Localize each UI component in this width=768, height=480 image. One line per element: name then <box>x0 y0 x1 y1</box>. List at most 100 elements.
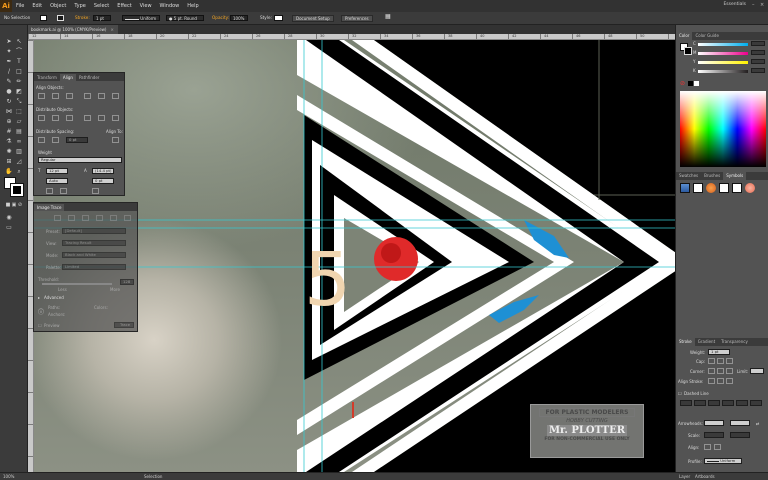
tab-gradient[interactable]: Gradient <box>695 338 718 346</box>
arrowhead-end-select[interactable] <box>730 420 750 426</box>
selection-tool-icon[interactable]: ➤ <box>4 37 14 46</box>
document-setup-button[interactable]: Document Setup <box>292 14 334 22</box>
menu-window[interactable]: Window <box>156 3 184 9</box>
round-join-icon[interactable] <box>717 368 724 374</box>
menu-help[interactable]: Help <box>183 3 202 9</box>
align-top-icon[interactable] <box>84 93 91 99</box>
view-select[interactable]: Tracing Result <box>62 240 126 246</box>
distribute-right-icon[interactable] <box>112 115 119 121</box>
zoom-tool-icon[interactable]: ⌕ <box>14 167 24 176</box>
symbol-ring[interactable] <box>732 183 742 193</box>
dash-field-1[interactable] <box>680 400 692 406</box>
stroke-color-swatch[interactable] <box>57 15 64 21</box>
lasso-tool-icon[interactable]: ⌒ <box>14 47 24 56</box>
color-spectrum[interactable] <box>680 91 766 167</box>
low-color-icon[interactable] <box>82 215 89 221</box>
none-mode-icon[interactable]: ⊘ <box>15 201 25 210</box>
projecting-cap-icon[interactable] <box>726 358 733 364</box>
gap-field-3[interactable] <box>750 400 762 406</box>
align-right-icon[interactable] <box>66 93 73 99</box>
arrowhead-start-select[interactable] <box>704 420 724 426</box>
menu-type[interactable]: Type <box>70 3 89 9</box>
spacing-field[interactable]: 0 pt <box>66 137 88 143</box>
menu-select[interactable]: Select <box>90 3 113 9</box>
black-quick-swatch[interactable] <box>688 81 693 86</box>
auto-color-icon[interactable] <box>54 215 61 221</box>
align-vcenter-icon[interactable] <box>98 93 105 99</box>
miter-join-icon[interactable] <box>708 368 715 374</box>
magenta-field[interactable] <box>751 50 765 55</box>
tab-pathfinder[interactable]: Pathfinder <box>76 74 103 81</box>
symbol-splatter[interactable] <box>693 183 703 193</box>
tab-artboards[interactable]: Artboards <box>695 474 715 479</box>
fill-color-swatch[interactable] <box>40 15 47 21</box>
draw-mode-icon[interactable]: ◉ <box>4 213 14 222</box>
preset-select[interactable]: [Default] <box>62 228 126 234</box>
arrow-scale-start-field[interactable] <box>704 432 724 438</box>
opacity-field[interactable]: 100% <box>230 15 248 21</box>
current-tool[interactable]: Selection <box>144 474 162 479</box>
rectangle-tool-icon[interactable]: □ <box>14 67 24 76</box>
black-white-icon[interactable] <box>110 215 117 221</box>
advanced-toggle-icon[interactable]: ▸ <box>38 295 40 300</box>
scale-tool-icon[interactable]: ⤡ <box>14 97 24 106</box>
gradient-tool-icon[interactable]: ▤ <box>14 127 24 136</box>
tab-stroke[interactable]: Stroke <box>676 338 695 346</box>
threshold-slider[interactable] <box>42 283 112 285</box>
symbol-orange-flower[interactable] <box>706 183 716 193</box>
align-to-selection-icon[interactable] <box>112 137 119 143</box>
menu-file[interactable]: File <box>12 3 28 9</box>
image-trace-title[interactable]: Image Trace <box>34 204 65 211</box>
menu-view[interactable]: View <box>136 3 156 9</box>
perspective-grid-tool-icon[interactable]: ▱ <box>14 117 24 126</box>
distribute-hcenter-icon[interactable] <box>98 115 105 121</box>
rotate-tool-icon[interactable]: ↻ <box>4 97 14 106</box>
align-stroke-inside-icon[interactable] <box>717 378 724 384</box>
scale-horizontal-icon[interactable] <box>60 188 67 194</box>
swap-arrowheads-icon[interactable]: ⇄ <box>756 421 759 426</box>
threshold-field[interactable]: 128 <box>120 279 134 285</box>
tab-brushes[interactable]: Brushes <box>701 172 723 180</box>
stroke-weight-field[interactable]: 1 pt <box>93 15 111 21</box>
mode-select[interactable]: Black and White <box>62 252 126 258</box>
slice-tool-icon[interactable]: ◿ <box>14 157 24 166</box>
butt-cap-icon[interactable] <box>708 358 715 364</box>
tab-color[interactable]: Color <box>676 32 693 40</box>
tab-symbols[interactable]: Symbols <box>723 172 747 180</box>
arrow-scale-end-field[interactable] <box>730 432 750 438</box>
digit-five[interactable]: 5 <box>304 237 351 323</box>
tab-transparency[interactable]: Transparency <box>718 338 751 346</box>
distribute-bottom-icon[interactable] <box>66 115 73 121</box>
align-stroke-center-icon[interactable] <box>708 378 715 384</box>
eyedropper-tool-icon[interactable]: ⚗ <box>4 137 14 146</box>
dash-field-2[interactable] <box>708 400 720 406</box>
menu-object[interactable]: Object <box>46 3 70 9</box>
distribute-top-icon[interactable] <box>38 115 45 121</box>
column-graph-tool-icon[interactable]: ▥ <box>14 147 24 156</box>
document-tab[interactable]: bookmark.ai @ 100% (CMYK/Preview) × <box>28 25 118 34</box>
shape-builder-tool-icon[interactable]: ⊕ <box>4 117 14 126</box>
arrange-icon[interactable]: ▦ <box>385 13 391 20</box>
zoom-level[interactable]: 100% <box>3 474 14 479</box>
free-transform-tool-icon[interactable]: ⬚ <box>14 107 24 116</box>
gap-field-1[interactable] <box>694 400 706 406</box>
pen-tool-icon[interactable]: ✒ <box>4 57 14 66</box>
dash-field-3[interactable] <box>736 400 748 406</box>
grayscale-icon[interactable] <box>96 215 103 221</box>
miter-limit-field[interactable] <box>750 368 764 374</box>
stroke-swatch[interactable] <box>10 183 24 197</box>
arrow-tip-end-icon[interactable] <box>714 444 721 450</box>
tracking-field[interactable]: 0 pt <box>92 178 114 184</box>
symbol-gear[interactable] <box>719 183 729 193</box>
opacity-label[interactable]: Opacity: <box>212 15 229 20</box>
font-size-field[interactable]: 12 pt <box>46 168 68 174</box>
blend-tool-icon[interactable]: ∞ <box>14 137 24 146</box>
line-tool-icon[interactable]: / <box>4 67 14 76</box>
align-hcenter-icon[interactable] <box>52 93 59 99</box>
yellow-field[interactable] <box>751 59 765 64</box>
symbol-pink-flower[interactable] <box>745 183 755 193</box>
eraser-tool-icon[interactable]: ◩ <box>14 87 24 96</box>
tab-swatches[interactable]: Swatches <box>676 172 701 180</box>
magenta-slider[interactable] <box>698 52 748 55</box>
stroke-label[interactable]: Stroke: <box>75 15 90 20</box>
